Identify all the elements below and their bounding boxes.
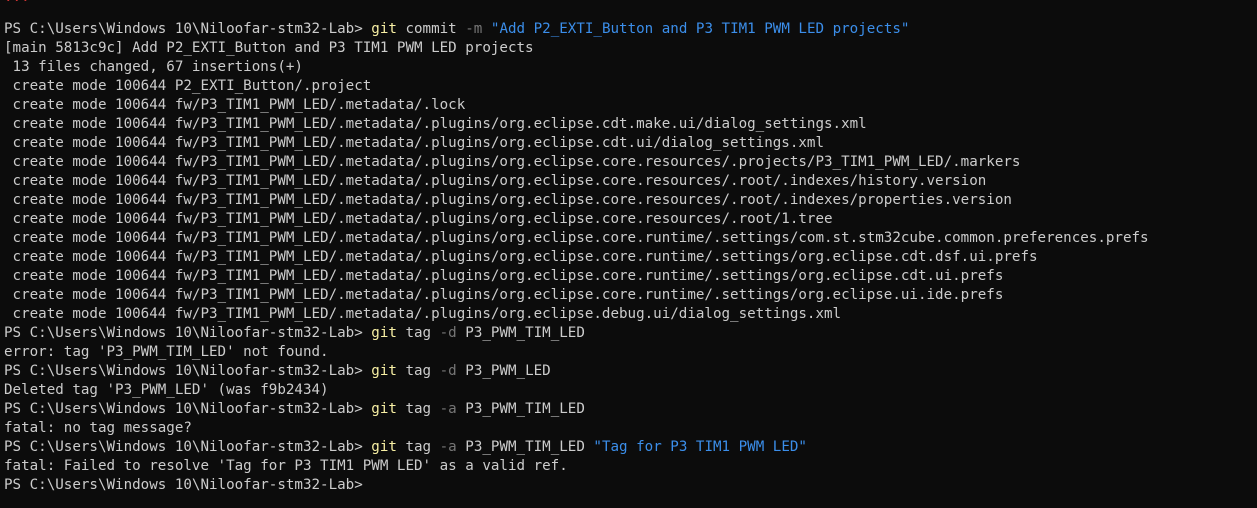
line-text: create mode 100644 fw/P3_TIM1_PWM_LED/.m…: [4, 306, 842, 322]
command-argument: tag: [396, 325, 440, 341]
prompt-text: PS C:\Users\Windows 10\Niloofar-stm32-La…: [4, 401, 372, 417]
output-line: create mode 100644 fw/P3_TIM1_PWM_LED/.m…: [4, 286, 1149, 305]
command-argument: P3_PWM_TIM_LED: [456, 401, 585, 417]
command-flag: -m: [465, 21, 483, 37]
output-line: create mode 100644 fw/P3_TIM1_PWM_LED/.m…: [4, 191, 1149, 210]
line-text: create mode 100644 fw/P3_TIM1_PWM_LED/.m…: [4, 211, 833, 227]
command-flag: -d: [439, 363, 457, 379]
terminal-window[interactable]: ... PS C:\Users\Windows 10\Niloofar-stm3…: [0, 0, 1257, 508]
line-text: create mode 100644 fw/P3_TIM1_PWM_LED/.m…: [4, 192, 1012, 208]
command-line: PS C:\Users\Windows 10\Niloofar-stm32-La…: [4, 324, 1149, 343]
output-line: create mode 100644 fw/P3_TIM1_PWM_LED/.m…: [4, 229, 1149, 248]
command-argument: commit: [396, 21, 466, 37]
line-text: create mode 100644 fw/P3_TIM1_PWM_LED/.m…: [4, 154, 1021, 170]
line-text: error: tag 'P3_PWM_TIM_LED' not found.: [4, 344, 329, 360]
command-name: git: [371, 401, 397, 417]
output-line: create mode 100644 fw/P3_TIM1_PWM_LED/.m…: [4, 267, 1149, 286]
line-text: [main 5813c9c] Add P2_EXTI_Button and P3…: [4, 40, 534, 56]
command-argument: tag: [396, 439, 440, 455]
command-name: git: [371, 439, 397, 455]
command-argument: tag: [396, 401, 440, 417]
command-name: git: [371, 21, 397, 37]
terminal-output: PS C:\Users\Windows 10\Niloofar-stm32-La…: [4, 20, 1149, 495]
command-flag: -d: [439, 325, 457, 341]
prompt-text: PS C:\Users\Windows 10\Niloofar-stm32-La…: [4, 363, 372, 379]
output-line: [main 5813c9c] Add P2_EXTI_Button and P3…: [4, 39, 1149, 58]
command-argument: P3_PWM_TIM_LED: [456, 439, 594, 455]
output-line: create mode 100644 fw/P3_TIM1_PWM_LED/.m…: [4, 96, 1149, 115]
prompt-text: PS C:\Users\Windows 10\Niloofar-stm32-La…: [4, 325, 372, 341]
output-line: fatal: no tag message?: [4, 419, 1149, 438]
string-argument: "Add P2_EXTI_Button and P3 TIM1 PWM LED …: [482, 21, 910, 37]
string-argument: "Tag for P3 TIM1 PWM LED": [593, 439, 807, 455]
line-text: create mode 100644 fw/P3_TIM1_PWM_LED/.m…: [4, 135, 824, 151]
partial-line-top: ...: [4, 0, 30, 7]
command-line: PS C:\Users\Windows 10\Niloofar-stm32-La…: [4, 362, 1149, 381]
prompt-text: PS C:\Users\Windows 10\Niloofar-stm32-La…: [4, 21, 372, 37]
command-flag: -a: [439, 439, 457, 455]
output-line: 13 files changed, 67 insertions(+): [4, 58, 1149, 77]
line-text: create mode 100644 fw/P3_TIM1_PWM_LED/.m…: [4, 173, 987, 189]
command-line: PS C:\Users\Windows 10\Niloofar-stm32-La…: [4, 400, 1149, 419]
line-text: Deleted tag 'P3_PWM_LED' (was f9b2434): [4, 382, 329, 398]
text-cursor[interactable]: [363, 476, 371, 492]
line-text: create mode 100644 fw/P3_TIM1_PWM_LED/.m…: [4, 249, 1038, 265]
line-text: create mode 100644 fw/P3_TIM1_PWM_LED/.m…: [4, 116, 867, 132]
command-line: PS C:\Users\Windows 10\Niloofar-stm32-La…: [4, 438, 1149, 457]
line-text: create mode 100644 fw/P3_TIM1_PWM_LED/.m…: [4, 97, 466, 113]
command-line: PS C:\Users\Windows 10\Niloofar-stm32-La…: [4, 20, 1149, 39]
command-argument: P3_PWM_LED: [456, 363, 551, 379]
command-flag: -a: [439, 401, 457, 417]
command-argument: P3_PWM_TIM_LED: [456, 325, 585, 341]
line-text: create mode 100644 fw/P3_TIM1_PWM_LED/.m…: [4, 230, 1149, 246]
output-line: create mode 100644 fw/P3_TIM1_PWM_LED/.m…: [4, 134, 1149, 153]
output-line: create mode 100644 fw/P3_TIM1_PWM_LED/.m…: [4, 248, 1149, 267]
active-prompt-line[interactable]: PS C:\Users\Windows 10\Niloofar-stm32-La…: [4, 476, 1149, 495]
line-text: fatal: Failed to resolve 'Tag for P3 TIM…: [4, 458, 568, 474]
line-text: fatal: no tag message?: [4, 420, 192, 436]
line-text: 13 files changed, 67 insertions(+): [4, 59, 303, 75]
output-line: create mode 100644 fw/P3_TIM1_PWM_LED/.m…: [4, 172, 1149, 191]
output-line: create mode 100644 fw/P3_TIM1_PWM_LED/.m…: [4, 115, 1149, 134]
output-line: create mode 100644 fw/P3_TIM1_PWM_LED/.m…: [4, 153, 1149, 172]
command-name: git: [371, 363, 397, 379]
output-line: Deleted tag 'P3_PWM_LED' (was f9b2434): [4, 381, 1149, 400]
prompt-text: PS C:\Users\Windows 10\Niloofar-stm32-La…: [4, 439, 372, 455]
output-line: create mode 100644 fw/P3_TIM1_PWM_LED/.m…: [4, 210, 1149, 229]
output-line: fatal: Failed to resolve 'Tag for P3 TIM…: [4, 457, 1149, 476]
output-line: create mode 100644 fw/P3_TIM1_PWM_LED/.m…: [4, 305, 1149, 324]
prompt-text: PS C:\Users\Windows 10\Niloofar-stm32-La…: [4, 477, 363, 493]
output-line: error: tag 'P3_PWM_TIM_LED' not found.: [4, 343, 1149, 362]
command-name: git: [371, 325, 397, 341]
output-line: create mode 100644 P2_EXTI_Button/.proje…: [4, 77, 1149, 96]
line-text: create mode 100644 fw/P3_TIM1_PWM_LED/.m…: [4, 287, 1004, 303]
command-argument: tag: [396, 363, 440, 379]
line-text: create mode 100644 fw/P3_TIM1_PWM_LED/.m…: [4, 268, 1004, 284]
line-text: create mode 100644 P2_EXTI_Button/.proje…: [4, 78, 372, 94]
